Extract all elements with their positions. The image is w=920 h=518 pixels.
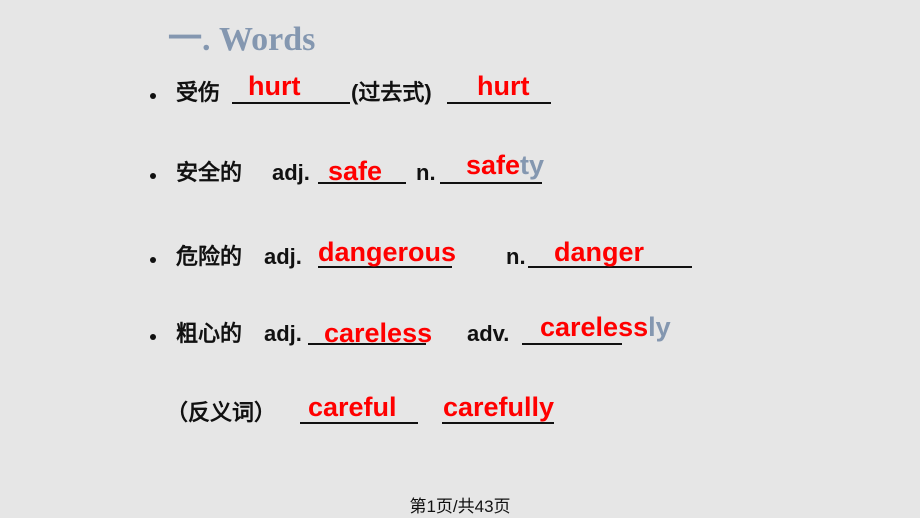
answer-text: careless — [324, 318, 433, 348]
bullet-icon — [150, 334, 156, 340]
answer-hint: ly — [648, 312, 671, 342]
item-prompt: 危险的 — [176, 244, 243, 269]
page-indicator: 第1页/共43页 — [409, 497, 511, 516]
item-label: adj. — [272, 160, 310, 185]
answer-text: carefully — [443, 392, 555, 422]
item-prompt: （反义词） — [166, 400, 277, 425]
answer-blank — [440, 182, 542, 184]
answer-blank — [442, 422, 554, 424]
bullet-icon — [150, 93, 156, 99]
bullet-icon — [150, 173, 156, 179]
item-label: n. — [506, 244, 526, 269]
answer-text-with-hint: safety — [466, 150, 544, 180]
item-label: adj. — [264, 244, 302, 269]
item-prompt: 安全的 — [176, 160, 243, 185]
answer-blank — [522, 343, 622, 345]
answer-main: safe — [466, 150, 521, 180]
answer-hint: ty — [520, 150, 545, 180]
answer-text: careful — [308, 392, 397, 422]
answer-text: hurt — [477, 71, 530, 101]
answer-text-with-hint: carelessly — [540, 312, 671, 342]
answer-text: safe — [328, 156, 383, 186]
answer-blank — [232, 102, 350, 104]
vocab-item-safe: 安全的 adj. n. safe safety — [150, 150, 570, 192]
vocab-item-antonym: （反义词） careful carefully — [150, 392, 590, 432]
item-label: adj. — [264, 321, 302, 346]
item-prompt: 粗心的 — [176, 321, 243, 346]
answer-text: danger — [554, 237, 645, 267]
answer-text: dangerous — [318, 237, 457, 267]
item-label: adv. — [467, 321, 510, 346]
answer-blank — [300, 422, 418, 424]
answer-text: hurt — [248, 71, 301, 101]
vocab-item-careless: 粗心的 adj. adv. careless carelessly — [150, 312, 710, 353]
item-label: n. — [416, 160, 436, 185]
vocab-item-dangerous: 危险的 adj. n. dangerous danger — [150, 236, 710, 276]
answer-blank — [447, 102, 551, 104]
slide: 一. Words 受伤 (过去式) hurt hurt 安全的 adj. n. … — [0, 0, 920, 518]
bullet-icon — [150, 257, 156, 263]
answer-main: careless — [540, 312, 649, 342]
section-title: 一. Words — [168, 21, 316, 58]
item-label: (过去式) — [351, 80, 432, 105]
vocab-item-hurt: 受伤 (过去式) hurt hurt — [150, 71, 570, 112]
item-prompt: 受伤 — [176, 80, 221, 105]
